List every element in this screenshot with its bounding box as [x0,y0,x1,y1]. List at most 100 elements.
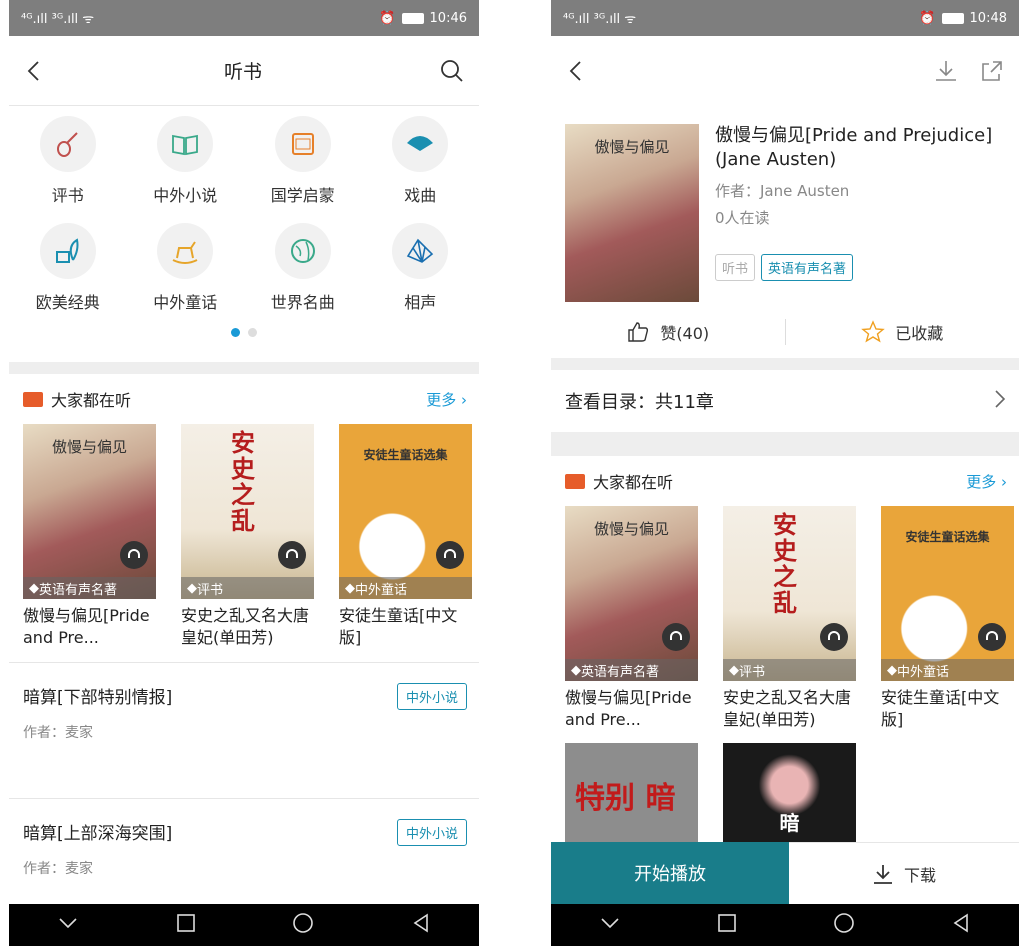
book-card[interactable]: 安史之乱 ◆ 评书 安史之乱又名大唐皇妃(单田芳) [181,424,314,649]
status-bar: ⁴ᴳ.ıll ³ᴳ.ıll ᯤ ⏰ 10:46 [9,0,479,36]
book-card[interactable]: 安史之乱 ◆ 评书 安史之乱又名大唐皇妃(单田芳) [723,506,856,731]
category-crosstalk[interactable]: 相声 [362,223,480,330]
book-title: 安徒生童话[中文版] [881,688,1000,729]
like-count: 赞(40) [660,324,710,343]
pipa-icon [56,132,78,157]
chevron-right-icon [993,389,1007,414]
thumbs-up-icon [628,322,649,342]
play-button[interactable]: 开始播放 [551,842,789,904]
cover-title: 安徒生童话选集 [363,448,448,462]
open-book-icon [172,134,199,156]
bottom-action-bar: 开始播放 下载 [551,842,1019,904]
home-icon[interactable] [292,912,314,938]
book-tag: ◆ 英语有声名著 [565,659,698,681]
book-card[interactable]: 安徒生童话选集 ◆ 中外童话 安徒生童话[中文版] [881,506,1014,731]
system-nav-bar [9,904,479,946]
book-tag: ◆ 中外童话 [339,577,472,599]
category-xiqu[interactable]: 戏曲 [362,116,480,223]
more-label: 更多 [426,390,457,409]
book-title: 安徒生童话[中文版] [339,606,458,647]
signal-indicator: ⁴ᴳ.ıll ³ᴳ.ıll ᯤ [563,12,637,27]
category-pingshu[interactable]: 评书 [9,116,127,223]
cover-title: 特别 暗 [575,781,676,816]
back-triangle-icon[interactable] [951,913,971,937]
item-author: 作者：麦家 [23,861,93,877]
book-icon [565,473,585,489]
battery-icon [941,12,964,24]
cover-title: 安史之乱 [773,510,797,617]
divider [551,358,1019,370]
recents-icon[interactable] [176,913,196,937]
catalog-label: 查看目录：共11章 [565,392,714,413]
more-link[interactable]: 更多 › [966,471,1007,492]
book-tag: ◆ 英语有声名著 [23,577,156,599]
star-icon [861,320,886,343]
recents-icon[interactable] [717,913,737,937]
favorite-button[interactable]: 已收藏 [786,320,1019,344]
cover-title: 安史之乱 [231,428,255,535]
top-nav: 听书 [9,36,479,106]
category-classics[interactable]: 欧美经典 [9,223,127,330]
clock: 10:48 [969,10,1007,26]
back-triangle-icon[interactable] [411,913,431,937]
back-icon[interactable] [23,59,47,83]
headphones-icon [436,541,464,569]
page-indicator [9,328,479,362]
category-guoxue[interactable]: 国学启蒙 [244,116,362,223]
category-fairy-tales[interactable]: 中外童话 [127,223,245,330]
headphones-icon [662,623,690,651]
cover-title: 傲慢与偏见 [593,520,669,538]
category-world-music[interactable]: 世界名曲 [244,223,362,330]
like-button[interactable]: 赞(40) [551,320,785,344]
status-bar: ⁴ᴳ.ıll ³ᴳ.ıll ᯤ ⏰ 10:48 [551,0,1019,36]
cover-title: 傲慢与偏见 [51,438,127,456]
cover-title: 暗 [779,811,800,835]
folding-fan-icon [407,238,434,263]
back-icon[interactable] [565,59,589,83]
category-badge: 中外小说 [396,819,467,846]
download-icon[interactable] [933,58,959,84]
download-label: 下载 [903,865,936,885]
book-card[interactable]: 安徒生童话选集 ◆ 中外童话 安徒生童话[中文版] [339,424,472,649]
home-icon[interactable] [833,912,855,938]
category-label: 欧美经典 [35,293,100,312]
chevron-down-icon[interactable] [57,915,79,935]
ink-quill-icon [55,238,79,263]
category-grid: 评书 中外小说 国学启蒙 戏曲 欧美经典 中外童话 世界名曲 相声 [9,106,479,330]
download-icon [873,864,892,884]
category-label: 中外小说 [153,186,218,205]
book-cover: 傲慢与偏见 ◆ 英语有声名著 [565,506,698,681]
category-label: 戏曲 [404,186,437,205]
catalog-row[interactable]: 查看目录：共11章 [551,370,1019,432]
item-author: 作者：麦家 [23,725,93,741]
more-link[interactable]: 更多 › [426,389,467,410]
category-label: 世界名曲 [270,293,335,312]
book-card[interactable]: 傲慢与偏见 ◆ 英语有声名著 傲慢与偏见[Pride and Pre... [565,506,698,731]
signal-indicator: ⁴ᴳ.ıll ³ᴳ.ıll ᯤ [21,12,95,27]
clock: 10:46 [429,10,467,26]
category-label: 评书 [51,186,84,205]
book-icon [23,391,43,407]
tag-audiobook[interactable]: 听书 [715,254,756,281]
category-label: 相声 [404,293,437,312]
section-header: 大家都在听 更多 › [9,374,479,424]
list-item[interactable]: 暗算[下部特别情报] 作者：麦家 中外小说 [9,663,479,799]
reader-count: 0人在读 [715,209,770,227]
download-button[interactable]: 下载 [789,842,1019,904]
chevron-down-icon[interactable] [599,915,621,935]
headphones-icon [278,541,306,569]
fan-icon [407,136,434,151]
top-nav [551,36,1019,106]
rocking-horse-icon [172,241,198,264]
category-label: 国学启蒙 [270,186,335,205]
divider [551,432,1019,456]
book-cover: 傲慢与偏见 ◆ 英语有声名著 [23,424,156,599]
book-tag: ◆ 评书 [723,659,856,681]
book-card[interactable]: 傲慢与偏见 ◆ 英语有声名著 傲慢与偏见[Pride and Pre... [23,424,156,649]
battery-icon [401,12,424,24]
share-icon[interactable] [979,58,1005,84]
search-icon[interactable] [439,58,465,84]
scroll-icon [291,133,314,155]
tag-english-classics[interactable]: 英语有声名著 [761,254,854,281]
category-novels[interactable]: 中外小说 [127,116,245,223]
